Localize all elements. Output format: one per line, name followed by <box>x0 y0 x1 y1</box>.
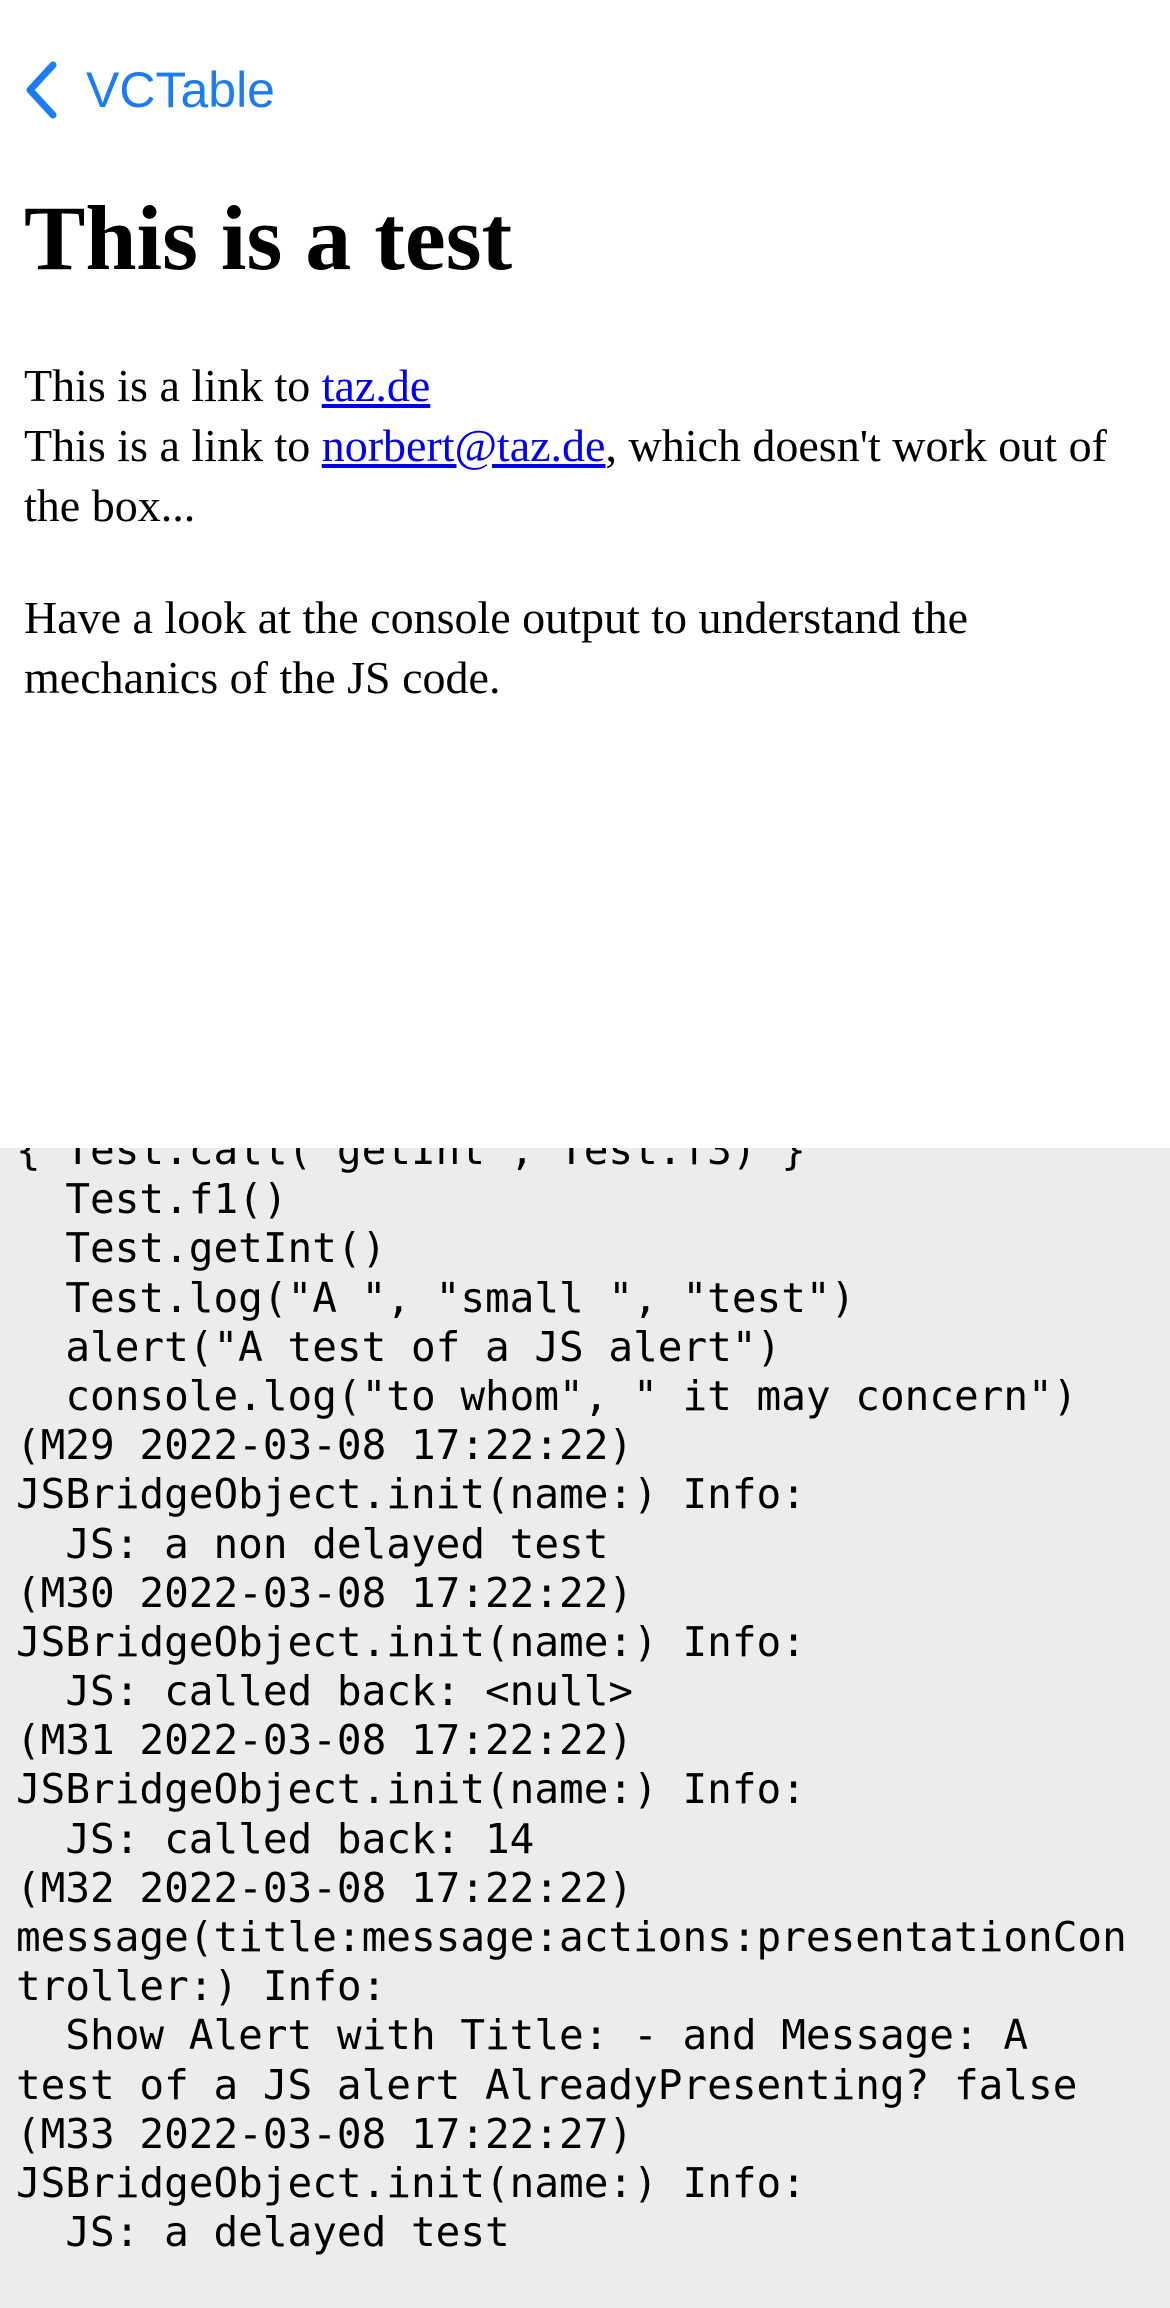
taz-link[interactable]: taz.de <box>322 360 431 411</box>
console-line: JS: called back: <null> <box>16 1667 634 1716</box>
console-line: JSBridgeObject.init(name:) Info: <box>16 1617 806 1666</box>
console-line: (M30 2022-03-08 17:22:22) <box>16 1568 634 1617</box>
console-line: JS: a delayed test <box>16 2208 510 2257</box>
back-button-label: VCTable <box>86 62 275 118</box>
console-line: Test.log("A ", "small ", "test") <box>16 1273 856 1322</box>
chevron-left-icon <box>24 61 58 119</box>
line2-text: This is a link to <box>24 420 322 471</box>
line1-text: This is a link to <box>24 360 322 411</box>
console-line: Show Alert with Title: - and Message: A <box>16 2011 1029 2060</box>
console-line: (M32 2022-03-08 17:22:22) <box>16 1863 634 1912</box>
console-line: Test.getInt() <box>16 1224 387 1273</box>
console-text: { Test.call("getInt", Test.f3) } Test.f1… <box>16 1148 1127 2257</box>
links-paragraph: This is a link to taz.de This is a link t… <box>24 356 1144 536</box>
console-line: JS: called back: 14 <box>16 1814 535 1863</box>
console-line: (M33 2022-03-08 17:22:27) <box>16 2109 634 2158</box>
console-output[interactable]: { Test.call("getInt", Test.f3) } Test.f1… <box>0 1148 1170 2308</box>
back-button[interactable]: VCTable <box>24 58 275 122</box>
console-line: (M31 2022-03-08 17:22:22) <box>16 1716 634 1765</box>
console-line: { Test.call("getInt", Test.f3) } <box>16 1148 806 1174</box>
console-line: alert("A test of a JS alert") <box>16 1322 782 1371</box>
email-link[interactable]: norbert@taz.de <box>322 420 606 471</box>
navigation-bar: VCTable <box>0 0 1170 170</box>
console-hint-paragraph: Have a look at the console output to und… <box>24 592 969 703</box>
console-line: troller:) Info: <box>16 1962 387 2011</box>
console-line: Test.f1() <box>16 1175 288 1224</box>
console-line: message(title:message:actions:presentati… <box>16 1913 1127 1961</box>
console-line: JSBridgeObject.init(name:) Info: <box>16 1765 806 1814</box>
console-line: (M29 2022-03-08 17:22:22) <box>16 1421 634 1470</box>
console-line: JS: a non delayed test <box>16 1519 609 1568</box>
console-line: console.log("to whom", " it may concern"… <box>16 1371 1078 1420</box>
console-line: test of a JS alert AlreadyPresenting? fa… <box>16 2060 1078 2109</box>
web-view: This is a test This is a link to taz.de T… <box>0 170 1170 1148</box>
console-line: JSBridgeObject.init(name:) Info: <box>16 1470 806 1519</box>
page-heading: This is a test <box>24 187 513 289</box>
console-line: JSBridgeObject.init(name:) Info: <box>16 2158 806 2207</box>
